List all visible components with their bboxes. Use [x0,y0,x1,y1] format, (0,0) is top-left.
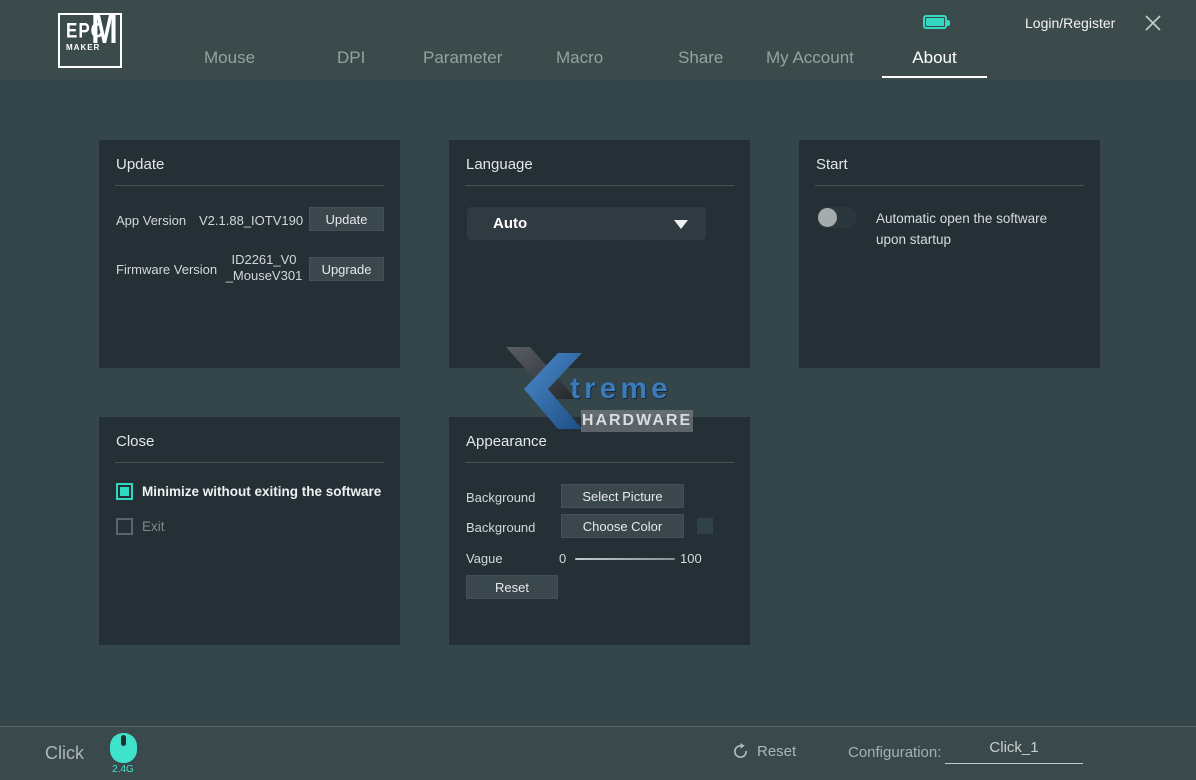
language-dropdown[interactable]: Auto [467,207,706,240]
tab-mouse[interactable]: Mouse [204,48,255,68]
close-panel: Close Minimize without exiting the softw… [99,417,400,645]
choose-color-button[interactable]: Choose Color [561,514,684,538]
footer-bar: Click 2.4G Reset Configuration: Click_1 [0,726,1196,780]
app-window: { "header": { "logo": { "line1": "EPO", … [0,0,1196,780]
login-register-link[interactable]: Login/Register [1025,15,1115,31]
firmware-version-label: Firmware Version [116,262,217,277]
watermark-treme-text: treme [570,372,672,406]
start-panel-title: Start [816,156,848,173]
app-version-label: App Version [116,213,186,228]
close-icon [1140,10,1166,36]
divider [115,462,384,463]
upgrade-button[interactable]: Upgrade [309,257,384,281]
tab-share[interactable]: Share [678,48,723,68]
exit-checkbox[interactable] [116,518,133,535]
mouse-wheel-icon [121,735,126,746]
exit-option-label: Exit [142,519,165,534]
divider [815,185,1084,186]
device-mouse-button[interactable]: 2.4G [108,733,138,778]
autostart-toggle[interactable] [817,207,857,228]
click-label: Click [45,743,84,764]
chevron-down-icon [674,220,688,229]
vague-label: Vague [466,551,503,566]
mouse-icon [110,733,137,763]
divider [465,185,734,186]
configuration-label: Configuration: [848,744,941,761]
toggle-knob [818,208,837,227]
firmware-version-line1: ID2261_V0 [225,252,303,268]
vague-max-value: 100 [680,551,702,566]
header-bar: EPO MAKER M Mouse DPI Parameter Macro Sh… [0,0,1196,80]
minimize-option[interactable]: Minimize without exiting the software [116,483,381,500]
reset-icon [732,743,749,760]
configuration-value-field[interactable]: Click_1 [945,739,1083,764]
background-color-label: Background [466,520,535,535]
vague-slider[interactable] [575,558,675,560]
tab-my-account[interactable]: My Account [766,48,854,68]
tab-parameter[interactable]: Parameter [423,48,502,68]
divider [115,185,384,186]
tab-macro[interactable]: Macro [556,48,603,68]
background-picture-label: Background [466,490,535,505]
appearance-reset-button[interactable]: Reset [466,575,558,599]
select-picture-button[interactable]: Select Picture [561,484,684,508]
start-panel: Start Automatic open the software upon s… [799,140,1100,368]
connection-badge: 2.4G [108,764,138,775]
logo-text-m: M [92,7,118,51]
vague-min-value: 0 [559,551,566,566]
language-selected-value: Auto [493,215,527,232]
appearance-panel: Appearance Background Select Picture Bac… [449,417,750,645]
close-window-button[interactable] [1140,10,1166,36]
color-swatch[interactable] [697,518,713,534]
language-panel-title: Language [466,156,533,173]
exit-option[interactable]: Exit [116,518,165,535]
battery-icon [923,15,947,29]
firmware-version-line2: _MouseV301 [225,268,303,284]
update-button[interactable]: Update [309,207,384,231]
divider [465,462,734,463]
minimize-checkbox[interactable] [116,483,133,500]
update-panel: Update App Version V2.1.88_IOTV190 Updat… [99,140,400,368]
tab-dpi[interactable]: DPI [337,48,365,68]
autostart-description: Automatic open the software upon startup [876,208,1066,250]
firmware-version-value: ID2261_V0 _MouseV301 [225,252,303,284]
close-panel-title: Close [116,433,154,450]
minimize-option-label: Minimize without exiting the software [142,484,381,499]
epomaker-logo: EPO MAKER M [58,13,122,68]
reset-button[interactable]: Reset [732,743,796,760]
language-panel: Language Auto [449,140,750,368]
reset-button-label: Reset [757,743,796,760]
appearance-panel-title: Appearance [466,433,547,450]
tab-about[interactable]: About [882,48,987,78]
app-version-value: V2.1.88_IOTV190 [199,213,303,228]
update-panel-title: Update [116,156,164,173]
